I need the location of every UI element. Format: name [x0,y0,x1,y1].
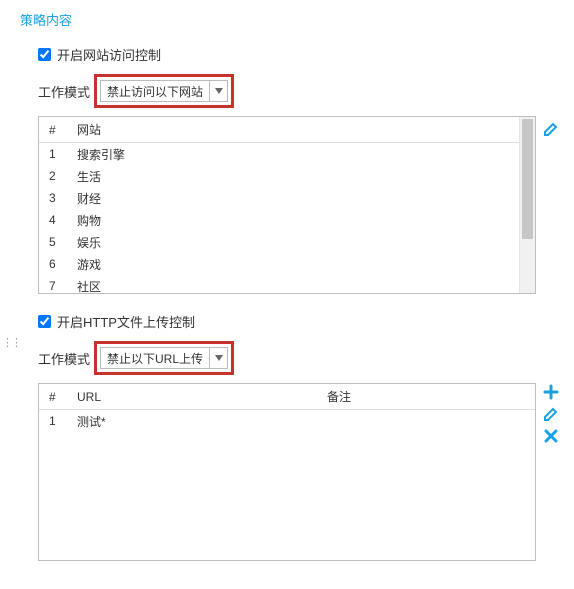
drag-dots-icon: ⋮⋮ [2,336,20,349]
row-index: 7 [39,279,73,293]
http-mode-value: 禁止以下URL上传 [101,348,209,368]
row-index: 3 [39,191,73,205]
http-upload-checkbox-label: 开启HTTP文件上传控制 [57,312,195,331]
row-site: 财经 [73,190,535,207]
row-site: 娱乐 [73,234,535,251]
row-index: 1 [39,414,73,428]
http-mode-select[interactable]: 禁止以下URL上传 [100,347,228,369]
http-mode-label: 工作模式 [38,349,90,368]
row-index: 6 [39,257,73,271]
col-site-header: 网站 [73,121,535,138]
http-mode-highlight: 禁止以下URL上传 [94,341,234,375]
row-index: 1 [39,147,73,161]
add-icon[interactable] [542,383,560,401]
row-site: 生活 [73,168,535,185]
web-mode-label: 工作模式 [38,82,90,101]
table-row[interactable]: 7社区 [39,275,535,293]
web-access-checkbox-row: 开启网站访问控制 [38,45,554,64]
row-index: 5 [39,235,73,249]
row-site: 游戏 [73,256,535,273]
web-access-checkbox-label: 开启网站访问控制 [57,45,161,64]
table-row[interactable]: 4购物 [39,209,535,231]
col-remark-header: 备注 [323,388,513,405]
table-row[interactable]: 3财经 [39,187,535,209]
http-upload-checkbox-row: 开启HTTP文件上传控制 [38,312,554,331]
http-upload-checkbox[interactable] [38,315,51,328]
http-mode-row: 工作模式 禁止以下URL上传 [38,341,554,375]
chevron-down-icon[interactable] [209,348,227,368]
web-mode-select[interactable]: 禁止访问以下网站 [100,80,228,102]
web-mode-value: 禁止访问以下网站 [101,81,209,101]
chevron-down-icon[interactable] [209,81,227,101]
col-index-header: # [39,390,73,404]
edit-icon[interactable] [542,120,560,138]
row-site: 购物 [73,212,535,229]
table-row[interactable]: 6游戏 [39,253,535,275]
row-site: 社区 [73,278,535,294]
row-index: 2 [39,169,73,183]
web-scroll-thumb[interactable] [522,119,533,239]
table-row[interactable]: 1测试* [39,410,535,432]
table-row[interactable]: 5娱乐 [39,231,535,253]
http-table-header: # URL 备注 [39,384,535,410]
table-row[interactable]: 1搜索引擎 [39,143,535,165]
web-sites-table: # 网站 1搜索引擎2生活3财经4购物5娱乐6游戏7社区 [38,116,536,294]
web-mode-row: 工作模式 禁止访问以下网站 [38,74,554,108]
http-url-table: # URL 备注 1测试* [38,383,536,561]
web-mode-highlight: 禁止访问以下网站 [94,74,234,108]
col-url-header: URL [73,390,323,404]
row-site: 搜索引擎 [73,146,535,163]
web-scrollbar[interactable] [519,117,535,293]
row-index: 4 [39,213,73,227]
row-url: 测试* [73,413,323,430]
close-icon[interactable] [542,427,560,445]
web-access-checkbox[interactable] [38,48,51,61]
col-index-header: # [39,123,73,137]
table-row[interactable]: 2生活 [39,165,535,187]
web-table-header: # 网站 [39,117,535,143]
edit-icon[interactable] [542,405,560,423]
section-title: 策略内容 [20,10,554,29]
